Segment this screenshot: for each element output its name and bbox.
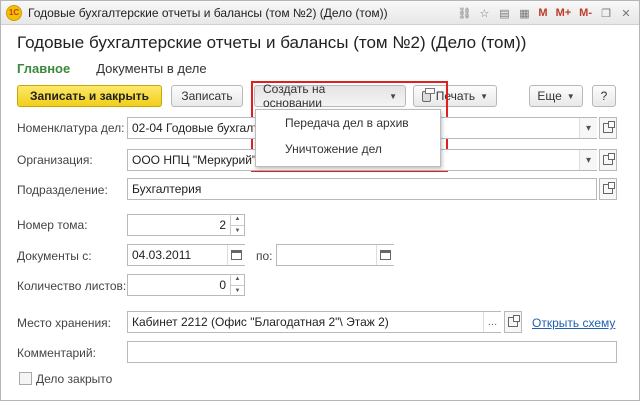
sheet-count-label: Количество листов: <box>17 279 127 293</box>
document-icon[interactable]: ▤ <box>495 4 513 22</box>
volume-number-stepper[interactable]: ▲ ▼ <box>230 214 244 236</box>
memory-plus-button[interactable]: M+ <box>553 4 575 22</box>
nomenclature-open-icon[interactable] <box>599 117 617 139</box>
closed-label: Дело закрыто <box>36 372 113 386</box>
help-button[interactable]: ? <box>592 85 616 107</box>
department-label: Подразделение: <box>17 183 108 197</box>
department-field[interactable]: Бухгалтерия <box>127 178 597 200</box>
star-icon[interactable]: ☆ <box>475 4 493 22</box>
department-open-icon[interactable] <box>599 178 617 200</box>
menu-item-destroy-cases[interactable]: Уничтожение дел <box>256 136 440 162</box>
tab-documents[interactable]: Документы в деле <box>96 61 206 76</box>
volume-number-label: Номер тома: <box>17 218 88 232</box>
comment-field[interactable] <box>127 341 617 363</box>
print-arrow-icon: ▼ <box>480 91 488 101</box>
calculator-icon[interactable]: ▦ <box>515 4 533 22</box>
open-scheme-link[interactable]: Открыть схему <box>532 316 615 330</box>
storage-label: Место хранения: <box>17 316 111 330</box>
tab-main[interactable]: Главное <box>17 61 70 76</box>
organization-label: Организация: <box>17 153 93 167</box>
form-tabs: Главное Документы в деле <box>17 61 233 76</box>
app-logo-icon: 1С <box>6 4 22 21</box>
save-and-close-button[interactable]: Записать и закрыть <box>17 85 162 107</box>
document-window: 1С Годовые бухгалтерские отчеты и баланс… <box>0 0 640 401</box>
calendar-to-icon[interactable] <box>376 245 394 265</box>
create-based-on-menu: Передача дел в архив Уничтожение дел <box>255 109 441 167</box>
storage-open-icon[interactable] <box>504 311 522 333</box>
more-arrow-icon: ▼ <box>566 91 575 101</box>
sheet-count-field[interactable]: 0 <box>127 274 245 296</box>
window-title: Годовые бухгалтерские отчеты и балансы (… <box>28 5 388 20</box>
calendar-from-icon[interactable] <box>227 245 245 265</box>
memory-button[interactable]: M <box>535 4 550 22</box>
save-button[interactable]: Записать <box>171 85 243 107</box>
storage-select-icon[interactable]: … <box>483 312 501 332</box>
documents-from-label: Документы с: <box>17 249 92 263</box>
link-icon[interactable]: ⛓ <box>455 4 473 22</box>
organization-open-icon[interactable] <box>599 149 617 171</box>
documents-to-label: по: <box>256 249 273 263</box>
page-title: Годовые бухгалтерские отчеты и балансы (… <box>17 33 527 52</box>
sheet-count-stepper[interactable]: ▲ ▼ <box>230 274 244 296</box>
close-icon[interactable]: ✕ <box>617 4 635 22</box>
title-bar-controls: ⛓ ☆ ▤ ▦ M M+ M- ❐ ✕ <box>453 4 635 22</box>
volume-number-field[interactable]: 2 <box>127 214 245 236</box>
menu-item-archive-transfer[interactable]: Передача дел в архив <box>256 110 440 136</box>
storage-field[interactable]: Кабинет 2212 (Офис "Благодатная 2"\ Этаж… <box>127 311 501 333</box>
restore-icon[interactable]: ❐ <box>597 4 615 22</box>
nomenclature-label: Номенклатура дел: <box>17 121 125 135</box>
comment-label: Комментарий: <box>17 346 96 360</box>
more-button[interactable]: Еще ▼ <box>529 85 583 107</box>
closed-checkbox[interactable] <box>19 372 32 385</box>
organization-dropdown-icon[interactable]: ▾ <box>579 150 597 170</box>
memory-minus-button[interactable]: M- <box>576 4 595 22</box>
nomenclature-dropdown-icon[interactable]: ▾ <box>579 118 597 138</box>
title-bar: 1С Годовые бухгалтерские отчеты и баланс… <box>1 1 639 25</box>
more-label: Еще <box>537 89 562 103</box>
